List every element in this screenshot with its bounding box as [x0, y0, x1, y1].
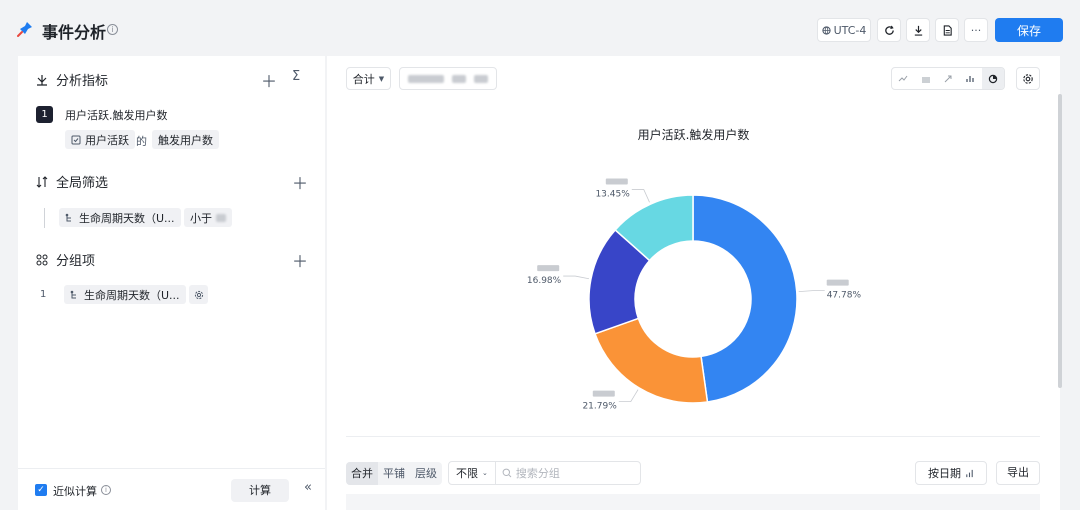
add-group-button[interactable]: ＋: [292, 248, 308, 272]
limit-select[interactable]: 不限 ⌄: [449, 462, 496, 484]
group-property-chip[interactable]: 生命周期天数（U...: [64, 285, 186, 304]
more-icon: ···: [970, 23, 982, 37]
event-chip[interactable]: 用户活跃: [65, 130, 135, 149]
display-mode-segment: 合并 平铺 层级: [346, 462, 442, 485]
group-section-header: 分组项: [36, 250, 95, 269]
by-date-button[interactable]: 按日期: [915, 461, 987, 485]
document-icon: [943, 24, 952, 36]
section-divider: [346, 436, 1040, 437]
sort-icon: [966, 469, 973, 477]
group-search-input[interactable]: 搜索分组: [496, 465, 560, 481]
group-index: 1: [40, 289, 47, 300]
connector-text: 的: [136, 135, 147, 148]
slice-percent-label: 16.98%: [527, 276, 562, 286]
chart-panel: 合计 ▼ 用户活跃.触发用户数 47.78% 21.79% 16.98% 13.45%…: [327, 56, 1062, 510]
add-metric-button[interactable]: ＋: [261, 68, 277, 92]
filter-operator-label: 小于: [190, 211, 212, 225]
event-chip-label: 用户活跃: [85, 133, 129, 147]
search-icon: [502, 468, 512, 478]
filter-property-chip[interactable]: 生命周期天数（U...: [59, 208, 181, 227]
group-settings-button[interactable]: [189, 285, 208, 304]
download-button[interactable]: [906, 18, 930, 42]
timezone-label: UTC-4: [833, 23, 867, 37]
filter-section-header: 全局筛选: [36, 172, 108, 191]
metric-name[interactable]: 用户活跃.触发用户数: [65, 107, 168, 123]
donut-chart: 47.78% 21.79% 16.98% 13.45%: [527, 178, 862, 412]
slice-percent-label: 13.45%: [595, 190, 630, 200]
level-mode-tab[interactable]: 层级: [410, 462, 442, 485]
metrics-icon: [37, 74, 47, 86]
download-icon: [914, 25, 922, 36]
refresh-icon: [884, 25, 894, 35]
left-config-panel: 分析指标 ＋ Σ 1 用户活跃.触发用户数 用户活跃 的 触发用户数 全局筛选 …: [18, 56, 325, 510]
save-button[interactable]: 保存: [995, 18, 1063, 42]
label-leader-line: [618, 389, 639, 403]
collapse-panel-button[interactable]: «: [304, 480, 312, 495]
group-search-bar: 不限 ⌄ 搜索分组: [448, 461, 641, 485]
table-header-strip: [346, 494, 1040, 510]
merge-mode-tab[interactable]: 合并: [346, 462, 378, 485]
info-icon[interactable]: i: [107, 24, 118, 35]
grid-icon: [36, 254, 48, 265]
measure-chip[interactable]: 触发用户数: [152, 130, 219, 149]
export-button[interactable]: 导出: [996, 461, 1040, 485]
redacted-category-label: [605, 178, 628, 185]
event-icon: [71, 135, 81, 144]
approx-label: 近似计算: [53, 485, 97, 498]
filter-value-redacted: [216, 213, 226, 222]
group-property-label: 生命周期天数（U...: [84, 288, 180, 302]
document-button[interactable]: [935, 18, 959, 42]
by-date-label: 按日期: [928, 467, 961, 480]
slice-percent-label: 21.79%: [582, 402, 617, 412]
label-leader-line: [563, 275, 590, 280]
metrics-section-header: 分析指标: [36, 70, 108, 89]
limit-label: 不限: [456, 467, 478, 480]
pin-icon: [17, 22, 32, 37]
calculate-button[interactable]: 计算: [231, 479, 289, 502]
more-button[interactable]: ···: [964, 18, 988, 42]
globe-icon: [821, 25, 831, 35]
refresh-button[interactable]: [877, 18, 901, 42]
gear-icon: [194, 290, 203, 299]
left-panel-footer: ✓ 近似计算 i 计算 «: [18, 468, 325, 510]
header-bar: 事件分析 i UTC-4 ··· 保存: [0, 0, 1080, 58]
label-leader-line: [631, 189, 650, 203]
pie-slice[interactable]: [594, 317, 709, 404]
metrics-section-title: 分析指标: [56, 74, 109, 89]
filter-operator-chip[interactable]: 小于: [184, 208, 232, 227]
redacted-category-label: [537, 265, 560, 272]
group-section-title: 分组项: [56, 254, 96, 269]
property-tree-icon: [65, 213, 71, 221]
tile-mode-tab[interactable]: 平铺: [378, 462, 410, 485]
timezone-button[interactable]: UTC-4: [817, 18, 871, 42]
property-tree-icon: [70, 290, 76, 298]
approx-checkbox[interactable]: ✓: [35, 484, 47, 496]
search-placeholder: 搜索分组: [515, 467, 560, 480]
filter-section-title: 全局筛选: [56, 176, 109, 191]
label-leader-line: [798, 290, 825, 293]
redacted-category-label: [592, 390, 615, 397]
add-filter-button[interactable]: ＋: [292, 170, 308, 194]
page-title: 事件分析: [42, 23, 107, 42]
filter-property-label: 生命周期天数（U...: [79, 211, 175, 225]
chevron-down-icon: ⌄: [482, 469, 488, 477]
sort-filter-icon: [36, 175, 48, 188]
formula-button[interactable]: Σ: [292, 69, 300, 84]
filter-connector-line: [44, 208, 45, 228]
redacted-category-label: [826, 279, 849, 286]
metric-index-badge: 1: [36, 106, 53, 123]
pie-slice[interactable]: [692, 194, 798, 403]
info-icon[interactable]: i: [101, 485, 111, 495]
slice-percent-label: 47.78%: [827, 291, 862, 301]
